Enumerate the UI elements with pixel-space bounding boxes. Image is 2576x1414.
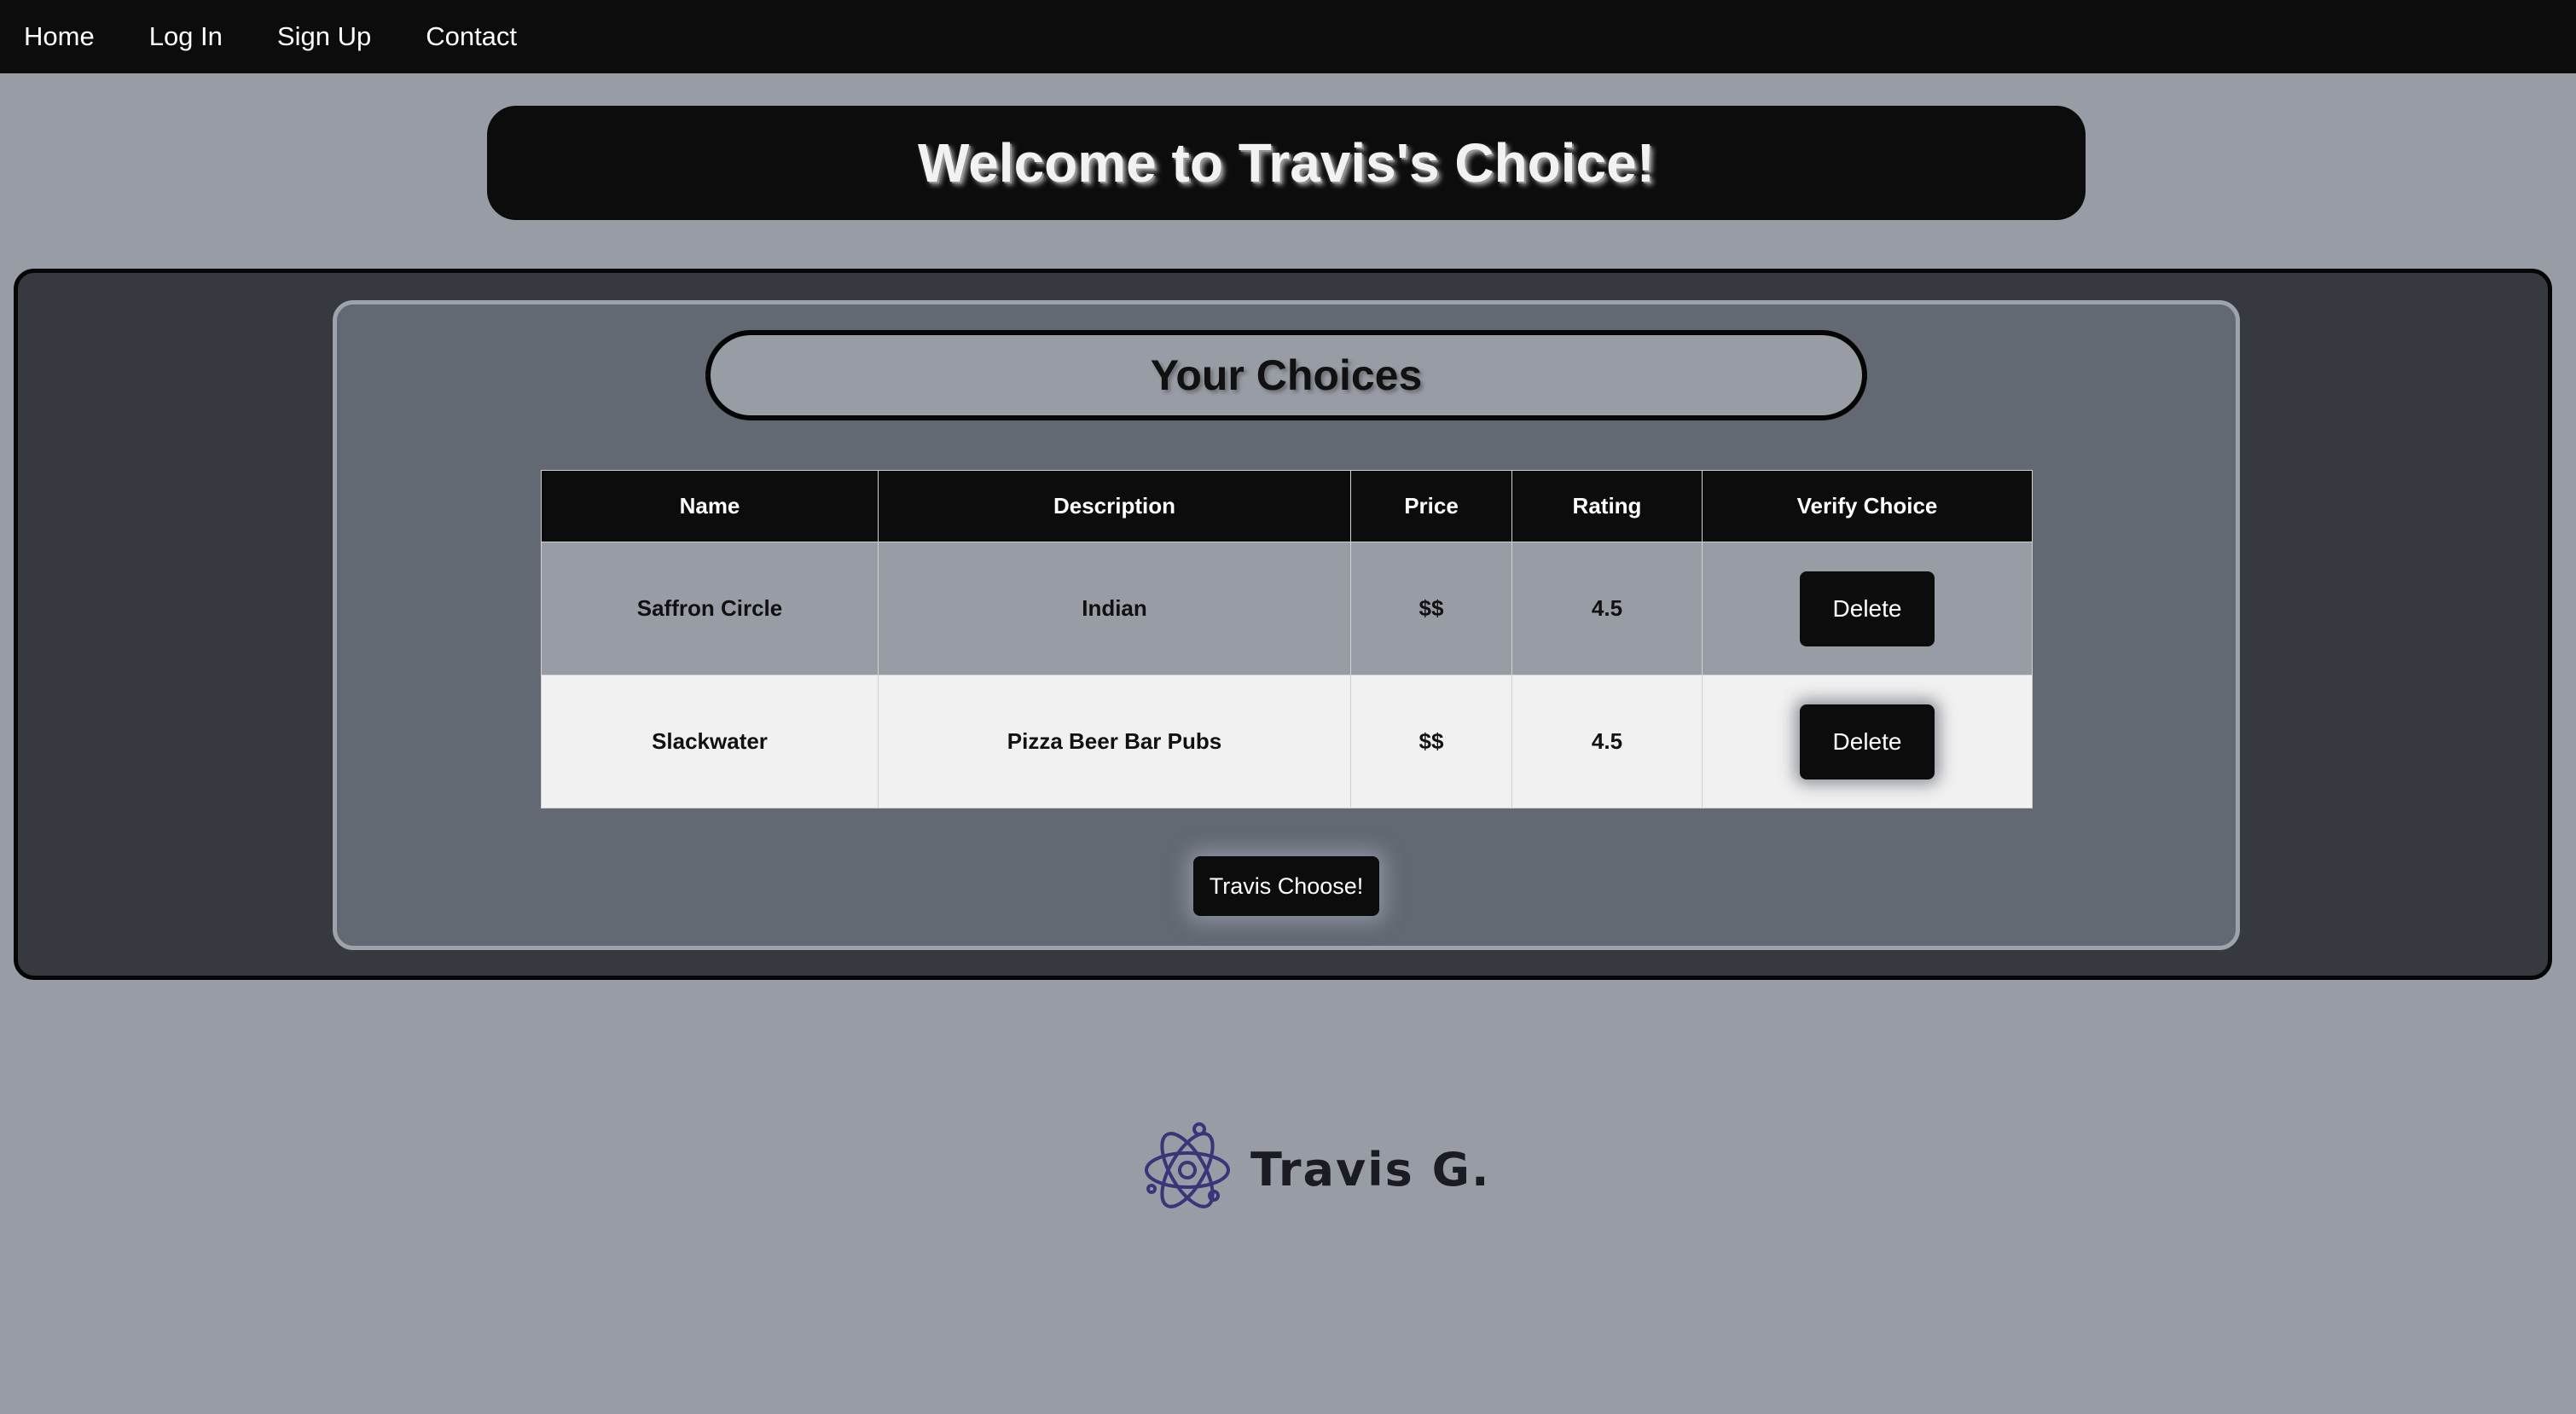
cell-verify: Delete [1702, 542, 2033, 675]
welcome-banner: Welcome to Travis's Choice! [487, 106, 2086, 220]
cell-rating: 4.5 [1511, 542, 1703, 675]
choices-title: Your Choices [1150, 351, 1423, 399]
nav-link-signup[interactable]: Sign Up [277, 21, 371, 52]
choices-heading-box: Your Choices [705, 330, 1867, 420]
cell-price: $$ [1350, 542, 1512, 675]
cell-verify: Delete [1702, 675, 2033, 808]
atom-icon [1145, 1122, 1230, 1208]
footer-logo: Travis G. [1143, 1119, 1490, 1220]
nav-link-login[interactable]: Log In [149, 21, 223, 52]
choices-table: Name Description Price Rating Verify Cho… [541, 470, 2033, 808]
cell-name: Slackwater [541, 675, 879, 808]
page-title: Welcome to Travis's Choice! [917, 132, 1656, 194]
table-header-row: Name Description Price Rating Verify Cho… [541, 470, 2033, 542]
column-header-verify: Verify Choice [1702, 470, 2033, 542]
nav-link-contact[interactable]: Contact [426, 21, 517, 52]
travis-choose-button[interactable]: Travis Choose! [1193, 856, 1379, 916]
table-row: Slackwater Pizza Beer Bar Pubs $$ 4.5 De… [541, 675, 2033, 808]
cell-price: $$ [1350, 675, 1512, 808]
cell-name: Saffron Circle [541, 542, 879, 675]
table-row: Saffron Circle Indian $$ 4.5 Delete [541, 542, 2033, 675]
cell-description: Pizza Beer Bar Pubs [878, 675, 1351, 808]
delete-button[interactable]: Delete [1800, 571, 1935, 646]
cell-rating: 4.5 [1511, 675, 1703, 808]
top-navbar: Home Log In Sign Up Contact [0, 0, 2576, 73]
column-header-description: Description [878, 470, 1351, 542]
column-header-name: Name [541, 470, 879, 542]
nav-link-home[interactable]: Home [24, 21, 95, 52]
column-header-rating: Rating [1511, 470, 1703, 542]
cell-description: Indian [878, 542, 1351, 675]
delete-button[interactable]: Delete [1800, 704, 1935, 779]
column-header-price: Price [1350, 470, 1512, 542]
footer-logo-text: Travis G. [1250, 1142, 1491, 1197]
